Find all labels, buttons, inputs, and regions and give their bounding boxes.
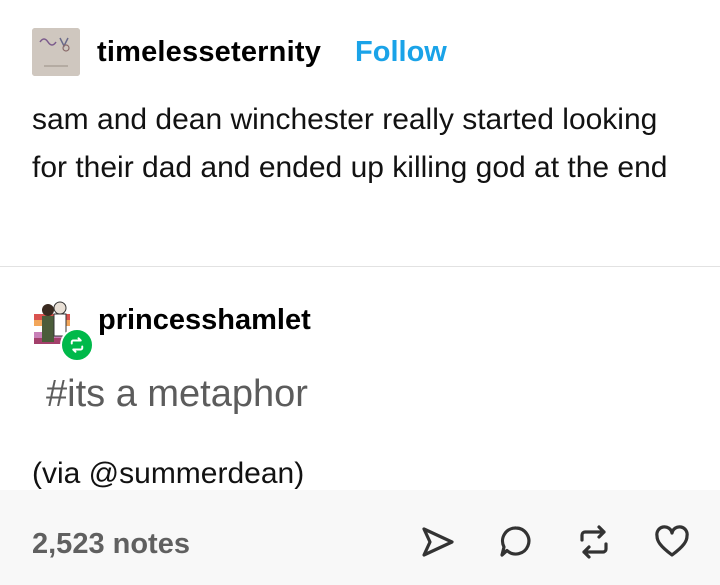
share-button[interactable] <box>418 522 458 562</box>
reblog-avatar[interactable] <box>32 298 94 362</box>
via-credit[interactable]: (via @summerdean) <box>32 457 304 491</box>
reblog-username[interactable]: princesshamlet <box>98 304 311 337</box>
reblog-arrows-icon <box>70 337 84 353</box>
reply-icon <box>500 526 531 557</box>
avatar[interactable] <box>32 28 80 76</box>
notes-count[interactable]: 2,523 notes <box>32 528 190 561</box>
like-icon <box>655 525 689 557</box>
reblog-icon <box>580 525 608 559</box>
reblog-header: princesshamlet <box>32 298 311 362</box>
reblog-badge <box>60 328 94 362</box>
reblog-button[interactable] <box>574 522 614 562</box>
post-header: timelesseternity Follow <box>32 28 447 76</box>
action-bar <box>418 522 692 562</box>
divider <box>0 266 720 267</box>
like-button[interactable] <box>652 522 692 562</box>
reply-button[interactable] <box>496 522 536 562</box>
follow-button[interactable]: Follow <box>355 36 447 69</box>
post-tag[interactable]: #its a metaphor <box>46 373 308 416</box>
post-body-text: sam and dean winchester really started l… <box>32 103 668 184</box>
post-footer: 2,523 notes <box>0 490 720 585</box>
post-username[interactable]: timelesseternity <box>97 36 321 69</box>
avatar-doodle-icon <box>32 28 80 76</box>
share-icon <box>422 527 454 557</box>
